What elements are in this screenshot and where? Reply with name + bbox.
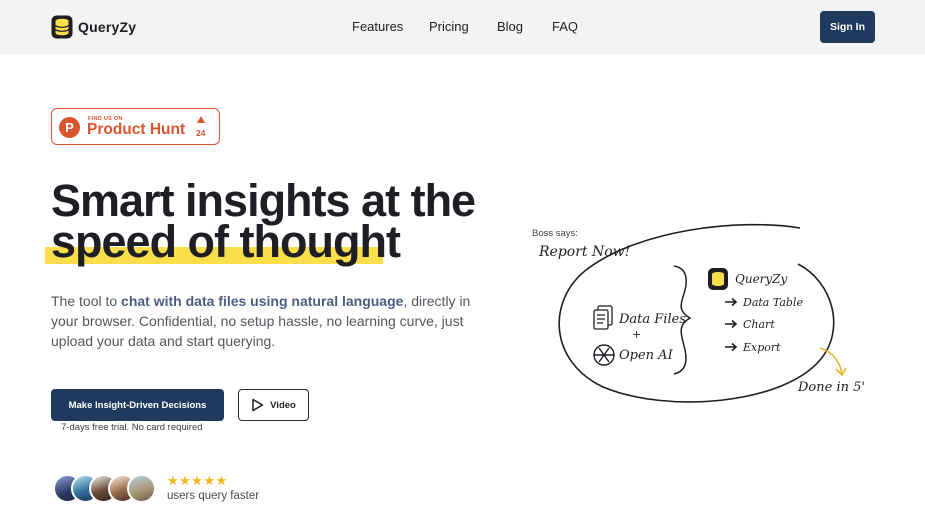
workflow-sketch: Report Now! Data Files + Open AI QueryZy… xyxy=(538,223,865,403)
brand-logo[interactable]: QueryZy xyxy=(51,15,136,39)
video-label: Video xyxy=(270,399,296,411)
product-hunt-badge[interactable]: P FIND US ON Product Hunt 24 xyxy=(51,108,220,145)
headline-line-2-text: speed of thought xyxy=(51,216,401,267)
cta-button[interactable]: Make Insight-Driven Decisions xyxy=(51,389,224,421)
data-files-icon xyxy=(593,305,613,330)
item-chart: Chart xyxy=(743,318,775,331)
headline-line-2: speed of thought xyxy=(45,219,401,264)
product-hunt-label: Product Hunt xyxy=(87,121,186,138)
data-files-text: Data Files xyxy=(618,312,686,327)
headline-line-1: Smart insights at the xyxy=(51,175,476,226)
item-export: Export xyxy=(742,341,781,354)
desc-start: The tool to xyxy=(51,293,122,309)
done-text: Done in 5' xyxy=(797,380,865,395)
hero-description: The tool to chat with data files using n… xyxy=(51,291,471,351)
openai-icon xyxy=(593,344,615,366)
brand-name: QueryZy xyxy=(78,19,137,35)
product-hunt-icon: P xyxy=(59,117,80,138)
report-now-text: Report Now! xyxy=(538,244,630,260)
database-logo-icon xyxy=(51,15,73,39)
sign-in-button[interactable]: Sign In xyxy=(820,11,875,43)
avatar xyxy=(127,474,156,503)
open-ai-text: Open AI xyxy=(619,348,674,363)
arrow-icon xyxy=(725,342,738,352)
desc-bold: chat with data files using natural langu… xyxy=(121,293,404,309)
nav-blog[interactable]: Blog xyxy=(497,19,523,34)
nav-features[interactable]: Features xyxy=(352,19,403,34)
play-icon xyxy=(252,398,264,412)
item-data-table: Data Table xyxy=(742,296,803,309)
upvote-arrow-icon xyxy=(197,116,205,123)
arrow-icon xyxy=(725,297,738,307)
upvote-count: 24 xyxy=(196,128,206,138)
trial-note: 7-days free trial. No card required xyxy=(61,422,203,433)
yellow-arrow-icon xyxy=(819,347,847,377)
hero-headline: Smart insights at the speed of thought xyxy=(45,175,476,264)
arrow-icon xyxy=(725,319,738,329)
queryzy-sketch-logo-icon xyxy=(708,268,728,290)
social-proof-text: users query faster xyxy=(167,490,260,502)
rating-stars: ★★★★★ xyxy=(167,473,228,488)
site-header: QueryZy Features Pricing Blog FAQ Sign I… xyxy=(0,0,925,54)
plus-text: + xyxy=(632,328,641,341)
video-button[interactable]: Video xyxy=(238,389,309,421)
queryzy-sketch-text: QueryZy xyxy=(735,272,788,286)
nav-pricing[interactable]: Pricing xyxy=(429,19,469,34)
nav-faq[interactable]: FAQ xyxy=(552,19,578,34)
